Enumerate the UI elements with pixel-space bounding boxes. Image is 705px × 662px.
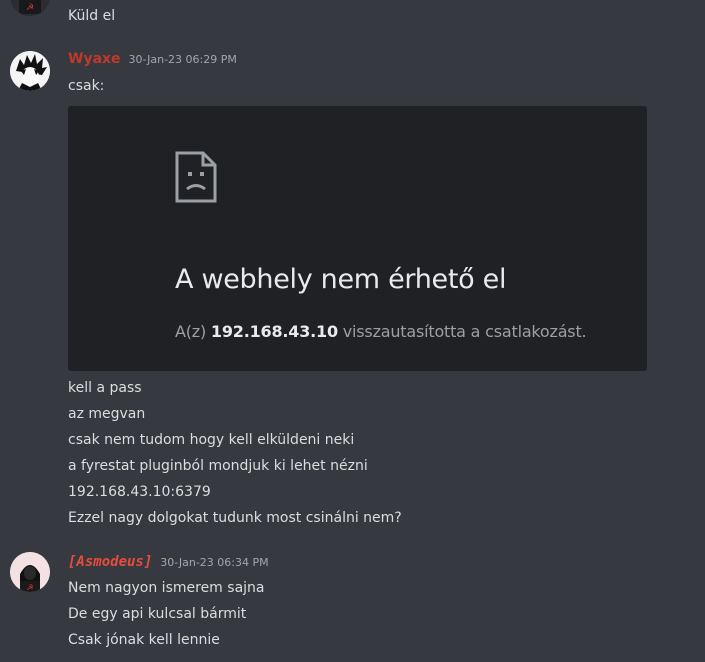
username-wyaxe[interactable]: Wyaxe [68,51,121,67]
avatar-asmodeus[interactable]: ☭ [10,552,50,592]
error-title: A webhely nem érhető el [175,264,507,295]
message-line: Küld el [68,8,116,24]
image-embed[interactable]: A webhely nem érhető el A(z) 192.168.43.… [68,106,647,371]
message-line: De egy api kulcsal bármit [68,606,247,622]
message-line: Ezzel nagy dolgokat tudunk most csinálni… [68,510,402,526]
message-header-asmodeus: [⁣Asmodeus⁣] 30-Jan-23 06:34 PM [68,554,269,574]
message-line: a fyrestat pluginból mondjuk ki lehet né… [68,458,368,474]
username-asmodeus[interactable]: [⁣Asmodeus⁣] [68,554,152,570]
error-ip-address: 192.168.43.10 [210,322,338,341]
timestamp[interactable]: 30-Jan-23 06:29 PM [129,53,237,66]
svg-text:☭: ☭ [26,3,34,13]
message-line: 192.168.43.10:6379 [68,484,211,500]
avatar-previous-author[interactable]: ☭ [10,0,50,16]
sad-document-icon [175,151,217,203]
message-line: csak nem tudom hogy kell elküldeni neki [68,432,355,448]
timestamp[interactable]: 30-Jan-23 06:34 PM [160,556,268,569]
avatar-wyaxe[interactable] [10,51,50,91]
message-line: kell a pass [68,380,142,396]
svg-text:☭: ☭ [26,583,33,592]
message-line: Csak jónak kell lennie [68,632,220,648]
error-description: A(z) 192.168.43.10 visszautasította a cs… [175,322,587,341]
message-line: csak: [68,78,105,94]
message-line: az megvan [68,406,146,422]
message-line: Nem nagyon ismerem sajna [68,580,265,596]
message-header-wyaxe: Wyaxe 30-Jan-23 06:29 PM [68,51,237,71]
